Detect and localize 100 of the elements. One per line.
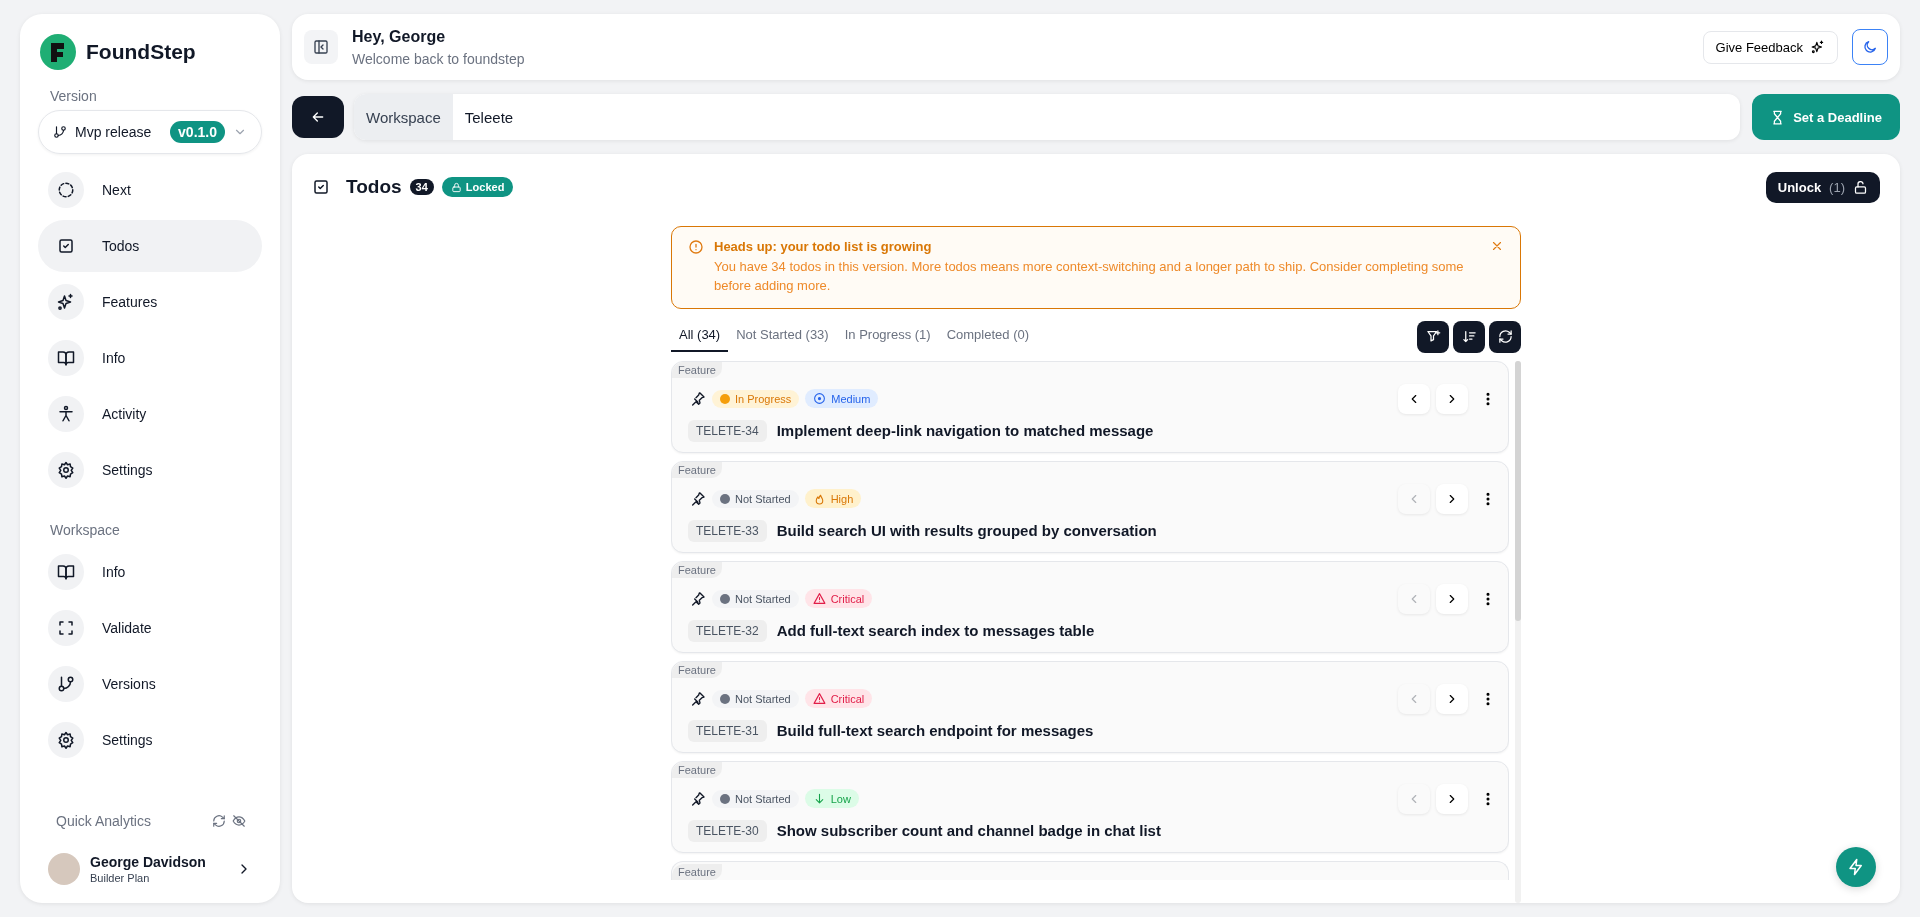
unlock-icon xyxy=(1853,179,1868,195)
checkbox-icon xyxy=(312,178,330,196)
sparkle-icon xyxy=(57,293,75,311)
sparkle-icon xyxy=(1811,40,1825,54)
eye-off-icon[interactable] xyxy=(232,814,246,828)
status-badge: Not Started xyxy=(712,489,799,508)
sidebar-item[interactable]: Activity xyxy=(38,388,262,440)
filter-tab[interactable]: Completed (0) xyxy=(938,321,1038,353)
refresh-icon xyxy=(1497,329,1513,345)
filter-tab[interactable]: All (34) xyxy=(671,321,729,353)
alert-title: Heads up: your todo list is growing xyxy=(714,239,933,254)
refresh-button[interactable] xyxy=(1489,320,1521,353)
feedback-button[interactable]: Give Feedback xyxy=(1702,30,1838,64)
settings-icon xyxy=(57,461,75,479)
status-badge: Not Started xyxy=(712,589,799,608)
locked-badge: Locked xyxy=(441,177,514,197)
filter-button[interactable] xyxy=(1417,320,1449,353)
type-tag: Feature xyxy=(672,863,722,880)
refresh-icon[interactable] xyxy=(212,814,226,828)
alert-message: You have 34 todos in this version. More todos means more context-switching and a longer path to ship. Consider completing some before adding more. xyxy=(714,258,1465,295)
warning-icon xyxy=(812,592,826,606)
filter-tab[interactable]: In Progress (1) xyxy=(836,321,939,353)
panel-icon xyxy=(313,39,329,55)
sidebar-item[interactable]: Features xyxy=(38,276,262,328)
priority-badge: Critical xyxy=(804,589,873,609)
greeting-title: Hey, George xyxy=(352,27,447,46)
brand-name: FoundStep xyxy=(86,40,196,64)
lock-icon xyxy=(450,181,462,193)
analytics-label: Quick Analytics xyxy=(56,813,152,829)
type-tag: Feature xyxy=(672,561,722,578)
pin-icon[interactable] xyxy=(690,790,706,807)
user-profile[interactable]: George Davidson Builder Plan xyxy=(30,847,270,889)
branch-icon xyxy=(57,675,75,693)
section-label: Version xyxy=(49,87,98,106)
todo-title: Show subscriber count and channel badge in chat list xyxy=(776,822,1161,840)
sidebar-item[interactable]: Validate xyxy=(38,602,262,654)
todo-title: Add full-text search index to messages table xyxy=(776,622,1095,640)
book-icon xyxy=(57,563,75,581)
lightning-icon xyxy=(1847,858,1865,876)
close-icon xyxy=(1490,239,1504,253)
type-tag: Feature xyxy=(672,661,722,678)
todo-id: TELETE-30 xyxy=(688,819,767,842)
foundstep-logo-icon xyxy=(40,34,76,70)
priority-badge: Critical xyxy=(804,689,873,709)
sidebar-item[interactable]: Info xyxy=(38,332,262,384)
theme-toggle-button[interactable] xyxy=(1852,29,1888,65)
moon-icon xyxy=(1862,39,1878,55)
sidebar-item[interactable]: Settings xyxy=(38,714,262,766)
sidebar-item[interactable]: Next xyxy=(38,164,262,216)
todo-id: TELETE-33 xyxy=(688,519,767,542)
dashed-circle-icon xyxy=(57,181,75,199)
todo-id: TELETE-31 xyxy=(688,719,767,742)
sidebar-item[interactable]: Todos xyxy=(38,220,262,272)
sidebar-item[interactable]: Versions xyxy=(38,658,262,710)
back-button[interactable] xyxy=(292,96,344,138)
avatar xyxy=(48,853,80,885)
warning-icon xyxy=(812,692,826,706)
deadline-button[interactable]: Set a Deadline xyxy=(1752,94,1900,140)
type-tag: Feature xyxy=(672,461,722,478)
todo-id: TELETE-32 xyxy=(688,619,767,642)
book-icon xyxy=(57,349,75,367)
todos-title: Todos xyxy=(346,176,402,198)
sort-button[interactable] xyxy=(1453,320,1485,353)
todo-id: TELETE-34 xyxy=(688,419,767,442)
workspace-field[interactable]: Workspace Teleete xyxy=(354,94,1741,140)
section-label: Workspace xyxy=(49,521,121,540)
sort-icon xyxy=(1461,329,1477,345)
todo-card[interactable]: Feature In Progress Medium TELETE-34 Implement deep-link navigation to matched message xyxy=(671,360,1509,453)
status-badge: Not Started xyxy=(712,689,799,708)
settings-icon xyxy=(57,731,75,749)
pin-icon[interactable] xyxy=(690,690,706,707)
filter-tab[interactable]: Not Started (33) xyxy=(728,321,837,353)
todo-title: Build search UI with results grouped by conversation xyxy=(776,522,1157,540)
status-badge: In Progress xyxy=(712,389,800,408)
todo-card[interactable]: Feature xyxy=(671,860,1509,880)
todo-card[interactable]: Feature Not Started High TELETE-33 Build search UI with results grouped by conversation xyxy=(671,460,1509,553)
unlock-button[interactable]: Unlock (1) xyxy=(1765,171,1880,203)
todo-card[interactable]: Feature Not Started Critical TELETE-32 Add full-text search index to messages table xyxy=(671,560,1509,653)
pin-icon[interactable] xyxy=(690,390,706,407)
status-badge: Not Started xyxy=(712,789,799,808)
person-icon xyxy=(57,405,75,423)
scan-frame-icon xyxy=(57,619,75,637)
arrow-left-icon xyxy=(310,109,326,125)
todo-card[interactable]: Feature Not Started Critical TELETE-31 Build full-text search endpoint for messages xyxy=(671,660,1509,753)
version-badge: v0.1.0 xyxy=(170,121,225,143)
priority-badge: Medium xyxy=(805,389,879,409)
checkbox-icon xyxy=(57,237,75,255)
todo-card[interactable]: Feature Not Started Low TELETE-30 Show subscriber count and channel badge in chat list xyxy=(671,760,1509,853)
pin-icon[interactable] xyxy=(690,490,706,507)
pin-icon[interactable] xyxy=(690,590,706,607)
scrollbar[interactable] xyxy=(1515,360,1521,903)
sidebar-item[interactable]: Info xyxy=(38,546,262,598)
todo-title: Implement deep-link navigation to matched message xyxy=(776,422,1154,440)
count-badge: 34 xyxy=(409,179,434,195)
priority-badge: High xyxy=(804,489,862,509)
alert-icon xyxy=(688,239,704,255)
priority-badge: Low xyxy=(804,789,859,809)
branch-icon xyxy=(53,125,67,139)
sidebar-item[interactable]: Settings xyxy=(38,444,262,496)
sidebar-toggle-button[interactable] xyxy=(304,30,338,64)
